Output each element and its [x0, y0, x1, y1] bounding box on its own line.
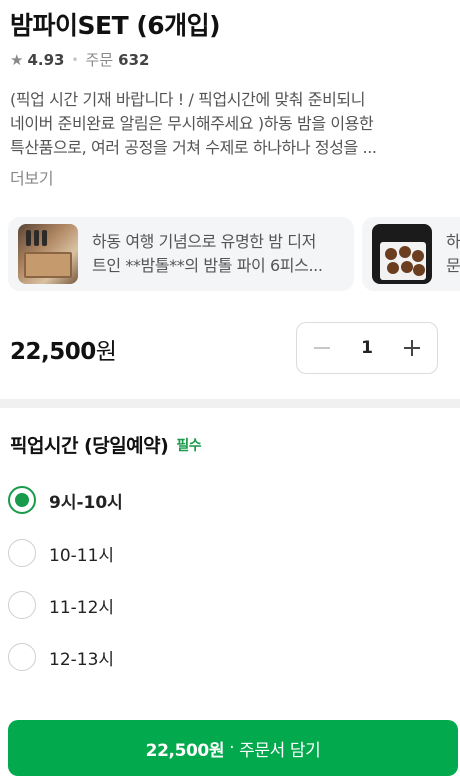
order-label: 주문 — [85, 51, 114, 69]
cta-amount: 22,500원 — [145, 740, 225, 761]
star-icon: ★ — [10, 50, 24, 69]
radio-icon[interactable] — [8, 486, 36, 514]
review-photo — [18, 224, 78, 284]
pickup-option-label: 10-11시 — [49, 545, 115, 566]
pickup-option[interactable]: 12-13시 — [8, 643, 114, 671]
review-card[interactable]: 하 문 — [362, 217, 460, 291]
section-divider — [0, 399, 460, 408]
pickup-option[interactable]: 10-11시 — [8, 539, 114, 567]
pickup-option-label: 9시-10시 — [49, 492, 123, 513]
minus-icon[interactable] — [311, 337, 333, 359]
review-line: 트인 **밤톨**의 밤톨 파이 6피스... — [92, 256, 323, 275]
meta-separator: • — [71, 52, 79, 67]
radio-icon[interactable] — [8, 643, 36, 671]
pickup-option-label: 11-12시 — [49, 597, 115, 618]
product-title: 밤파이SET (6개입) — [10, 11, 221, 40]
price-amount: 22,500 — [10, 339, 96, 365]
pickup-section-title: 픽업시간 (당일예약) 필수 — [10, 431, 202, 458]
pickup-option[interactable]: 11-12시 — [8, 591, 114, 619]
product-meta: ★ 4.93 • 주문 632 — [10, 49, 149, 70]
review-line: 하 — [446, 232, 460, 251]
review-text: 하동 여행 기념으로 유명한 밤 디저 트인 **밤톨**의 밤톨 파이 6피스… — [92, 230, 344, 278]
review-line: 하동 여행 기념으로 유명한 밤 디저 — [92, 232, 316, 251]
review-carousel[interactable]: 하동 여행 기념으로 유명한 밤 디저 트인 **밤톨**의 밤톨 파이 6피스… — [8, 217, 460, 291]
pickup-option[interactable]: 9시-10시 — [8, 486, 123, 514]
cta-separator: · — [229, 738, 235, 758]
review-card[interactable]: 하동 여행 기념으로 유명한 밤 디저 트인 **밤톨**의 밤톨 파이 6피스… — [8, 217, 354, 291]
description-line: 네이버 준비완료 알림은 무시해주세요 )하동 밤을 이용한 — [10, 114, 374, 133]
review-photo — [372, 224, 432, 284]
price-currency: 원 — [95, 339, 117, 365]
more-link[interactable]: 더보기 — [10, 165, 54, 189]
order-count: 632 — [118, 50, 150, 69]
product-description: (픽업 시간 기재 바랍니다 ! / 픽업시간에 맞춰 준비되니 네이버 준비완… — [10, 88, 442, 160]
description-line: (픽업 시간 기재 바랍니다 ! / 픽업시간에 맞춰 준비되니 — [10, 90, 366, 109]
radio-icon[interactable] — [8, 591, 36, 619]
required-badge: 필수 — [176, 437, 202, 454]
review-line: 문 — [446, 256, 460, 275]
bottom-action-bar: 22,500원 · 주문서 담기 — [0, 700, 460, 779]
pickup-option-label: 12-13시 — [49, 649, 115, 670]
review-text: 하 문 — [446, 230, 460, 278]
cta-action: 주문서 담기 — [239, 740, 321, 761]
description-line: 특산품으로, 여러 공정을 거쳐 수제로 하나하나 정성을 ... — [10, 138, 377, 157]
plus-icon[interactable] — [401, 337, 423, 359]
add-to-order-button[interactable]: 22,500원 · 주문서 담기 — [8, 720, 458, 776]
rating-value: 4.93 — [27, 50, 65, 69]
pickup-title: 픽업시간 (당일예약) — [10, 435, 169, 457]
quantity-value: 1 — [361, 338, 373, 358]
quantity-stepper[interactable]: 1 — [296, 322, 438, 374]
radio-icon[interactable] — [8, 539, 36, 567]
product-price: 22,500원 — [10, 332, 117, 366]
